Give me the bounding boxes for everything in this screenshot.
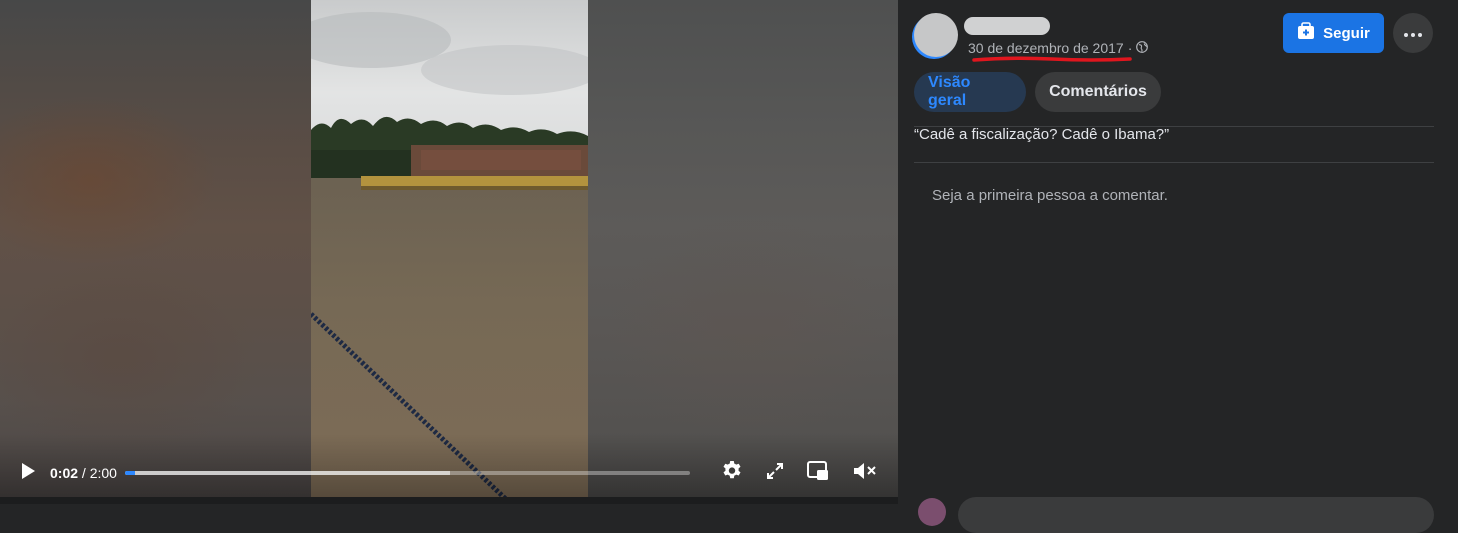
fullscreen-button[interactable] (760, 455, 790, 491)
tab-comments[interactable]: Comentários (1035, 72, 1161, 112)
video-controls: 0:02 / 2:00 (0, 455, 898, 491)
play-button[interactable] (12, 455, 44, 491)
gear-icon (720, 459, 744, 488)
video-bottom-strip (0, 497, 898, 504)
tab-overview-label: Visão geral (928, 74, 971, 109)
post-date[interactable]: 30 de dezembro de 2017 (968, 40, 1124, 56)
muted-speaker-icon (852, 460, 878, 487)
current-time: 0:02 (50, 465, 79, 481)
tab-comments-label: Comentários (1049, 83, 1147, 100)
meta-separator: · (1127, 40, 1133, 56)
author-name-redacted[interactable] (964, 17, 1050, 35)
avatar[interactable] (914, 13, 958, 57)
video-blur-background-right (588, 0, 898, 504)
comment-input[interactable] (958, 497, 1434, 533)
mute-button[interactable] (848, 455, 882, 491)
time-separator: / (78, 465, 90, 481)
progress-played (125, 471, 135, 475)
expand-icon (766, 462, 784, 485)
follow-label: Seguir (1323, 24, 1370, 42)
progress-bar[interactable] (125, 471, 690, 475)
follow-button[interactable]: Seguir (1283, 13, 1384, 53)
video-frame[interactable] (311, 0, 588, 504)
duration: 2:00 (89, 465, 117, 481)
add-page-icon (1297, 22, 1315, 44)
post-side-panel: 30 de dezembro de 2017 · Seguir Visão ge… (898, 0, 1458, 533)
more-options-button[interactable] (1393, 13, 1433, 53)
post-meta: 30 de dezembro de 2017 · (968, 40, 1149, 56)
picture-in-picture-icon (806, 460, 830, 487)
video-player[interactable]: 0:02 / 2:00 (0, 0, 898, 504)
divider-bottom (914, 162, 1434, 163)
video-blur-background-left (0, 0, 311, 504)
empty-comments-text: Seja a primeira pessoa a comentar. (932, 187, 1168, 204)
date-underline-annotation (972, 56, 1132, 62)
more-dots-icon (1404, 24, 1422, 42)
tab-overview[interactable]: Visão geral (914, 72, 1026, 112)
pip-button[interactable] (802, 455, 834, 491)
composer-avatar (918, 498, 946, 526)
progress-buffered (125, 471, 450, 475)
post-caption: “Cadê a fiscalização? Cadê o Ibama?” (914, 126, 1170, 143)
globe-icon (1136, 40, 1149, 56)
river-scene (311, 0, 588, 504)
play-icon (20, 462, 36, 485)
settings-button[interactable] (716, 455, 748, 491)
video-time: 0:02 / 2:00 (50, 465, 117, 481)
